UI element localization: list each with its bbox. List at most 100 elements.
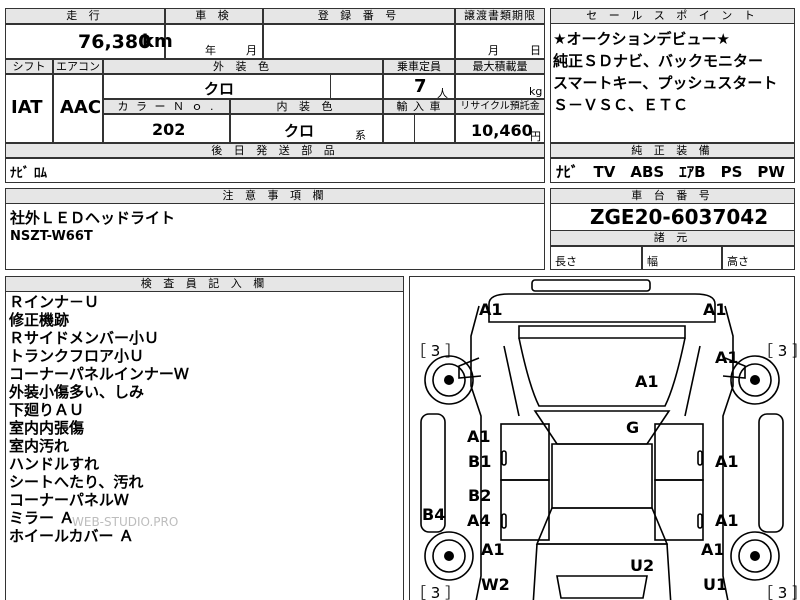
inspector-header: 検 査 員 記 入 欄 <box>5 276 404 292</box>
mark-bracket-bottom-right: ［ 3 ］ <box>758 584 800 600</box>
transfer-month-unit: 月 <box>488 44 499 57</box>
inspection-header: 車 検 <box>165 8 263 24</box>
mark-u1: U1 <box>703 575 728 594</box>
exterior-color-header: 外 装 色 <box>103 59 383 74</box>
import-header: 輸 入 車 <box>383 99 455 114</box>
import-subdivider <box>414 114 455 143</box>
inspector-line: Ｒインナ－Ｕ <box>9 293 100 311</box>
hood-outline <box>518 337 686 407</box>
sales-point-line: ★オークションデビュー★ <box>553 30 730 48</box>
right-front-door <box>654 423 704 481</box>
mark-bracket-right: ［ 3 ］ <box>758 342 800 360</box>
dimensions-header: 諸 元 <box>550 230 795 246</box>
mark-a1-left-bottom: A1 <box>481 540 505 559</box>
later-parts-value: ﾅﾋﾞ ﾛﾑ <box>10 166 48 181</box>
mark-g-windshield: G <box>626 418 640 437</box>
mark-b2-left-rear: B2 <box>468 486 492 505</box>
interior-color-unit: 系 <box>355 129 366 142</box>
aircon-value: AAC <box>60 97 102 118</box>
transfer-day-unit: 日 <box>530 44 541 57</box>
interior-color-header: 内 装 色 <box>230 99 383 114</box>
dim-height: 高さ <box>727 255 749 268</box>
mark-a1-right-front: A1 <box>715 348 739 367</box>
caution-line: 社外ＬＥＤヘッドライト <box>10 209 176 227</box>
inspection-month-unit: 月 <box>246 44 257 57</box>
sales-point-line: スマートキー、プッシュスタート <box>553 74 778 92</box>
front-bumper-shape <box>531 279 651 292</box>
door-handle <box>501 450 507 466</box>
capacity-value: 7 <box>414 76 427 97</box>
inspector-line: トランクフロア小Ｕ <box>9 347 145 365</box>
sales-points-header: セ ー ル ス ポ イ ン ト <box>550 8 795 24</box>
inspector-line: 外装小傷多い、しみ <box>9 383 145 401</box>
dim-width: 幅 <box>647 255 658 268</box>
later-parts-cell <box>5 158 545 183</box>
rear-window-outline <box>535 507 669 545</box>
door-handle <box>697 450 703 466</box>
roof-outline <box>551 443 653 509</box>
hub <box>444 375 454 385</box>
inspector-line: Ｒサイドメンバー小Ｕ <box>9 329 160 347</box>
sales-point-line: 純正ＳＤナビ、バックモニター <box>553 52 764 70</box>
sales-point-line: Ｓ－ＶＳＣ、ＥＴＣ <box>553 96 689 114</box>
shift-value: IAT <box>11 97 43 118</box>
inspector-line: ハンドルすれ <box>9 455 100 473</box>
registration-cell <box>263 24 455 59</box>
mark-b4-left: B4 <box>422 505 446 524</box>
front-bumper-outline <box>488 293 716 323</box>
mark-a1-right-bottom: A1 <box>701 540 725 559</box>
recycle-header: リサイクル預託金 <box>455 99 545 114</box>
recycle-unit: 円 <box>530 130 541 143</box>
dim-length: 長さ <box>555 255 577 268</box>
hub <box>750 375 760 385</box>
recycle-value: 10,460 <box>471 121 533 140</box>
equipment-header: 純 正 装 備 <box>550 143 795 158</box>
max-load-unit: kg <box>529 85 543 98</box>
mark-bracket-bottom-left: ［ 3 ］ <box>411 584 461 600</box>
mark-w2: W2 <box>481 575 510 594</box>
mark-b1-left-door: B1 <box>468 452 492 471</box>
inspection-year-unit: 年 <box>205 44 216 57</box>
chassis-header: 車 台 番 号 <box>550 188 795 204</box>
shift-header: シフト <box>5 59 53 74</box>
inspector-line: コーナーパネルＷ <box>9 491 129 509</box>
max-load-header: 最大積載量 <box>455 59 545 74</box>
right-sill <box>758 413 784 533</box>
inspector-line: 修正機跡 <box>9 311 70 329</box>
left-front-door <box>500 423 550 481</box>
hub <box>750 551 760 561</box>
inspector-line: コーナーパネルインナーＷ <box>9 365 189 383</box>
aircon-header: エアコン <box>53 59 103 74</box>
caution-line: NSZT-W66T <box>10 229 93 244</box>
sales-points-lines: ★オークションデビュー★ 純正ＳＤナビ、バックモニター スマートキー、プッシュス… <box>553 28 777 116</box>
interior-color-value: クロ <box>284 122 315 140</box>
mark-a1-hood: A1 <box>635 372 659 391</box>
capacity-header: 乗車定員 <box>383 59 455 74</box>
caution-lines: 社外ＬＥＤヘッドライト NSZT-W66T <box>10 208 175 246</box>
later-parts-header: 後 日 発 送 部 品 <box>5 143 545 158</box>
inspector-line: ホイールカバー Ａ <box>9 527 134 545</box>
grille-shape <box>518 325 686 339</box>
mark-a4-left-rear: A4 <box>467 511 491 530</box>
mark-a1-left-door: A1 <box>467 427 491 446</box>
exterior-color-value: クロ <box>204 80 235 98</box>
inspector-line: シートへたり、汚れ <box>9 473 144 491</box>
watermark: WEB-STUDIO.PRO <box>72 515 179 529</box>
exterior-color-subdivider <box>330 74 383 99</box>
door-handle <box>501 513 507 529</box>
mileage-value: 76,380 <box>78 31 152 53</box>
door-handle <box>697 513 703 529</box>
rear-panel <box>556 575 648 599</box>
mark-u2: U2 <box>630 556 655 575</box>
color-no-header: カ ラ ー Ｎ ｏ . <box>103 99 230 114</box>
transfer-header: 譲渡書類期限 <box>455 8 545 24</box>
mark-a1-top-right: A1 <box>703 300 727 319</box>
mark-bracket-left: ［ 3 ］ <box>411 342 461 360</box>
windshield-outline <box>533 410 671 445</box>
hub <box>444 551 454 561</box>
inspector-line: 室内汚れ <box>9 437 70 455</box>
caution-header: 注 意 事 項 欄 <box>5 188 545 204</box>
registration-header: 登 録 番 号 <box>263 8 455 24</box>
mark-a1-right-door1: A1 <box>715 452 739 471</box>
mileage-header: 走 行 <box>5 8 165 24</box>
